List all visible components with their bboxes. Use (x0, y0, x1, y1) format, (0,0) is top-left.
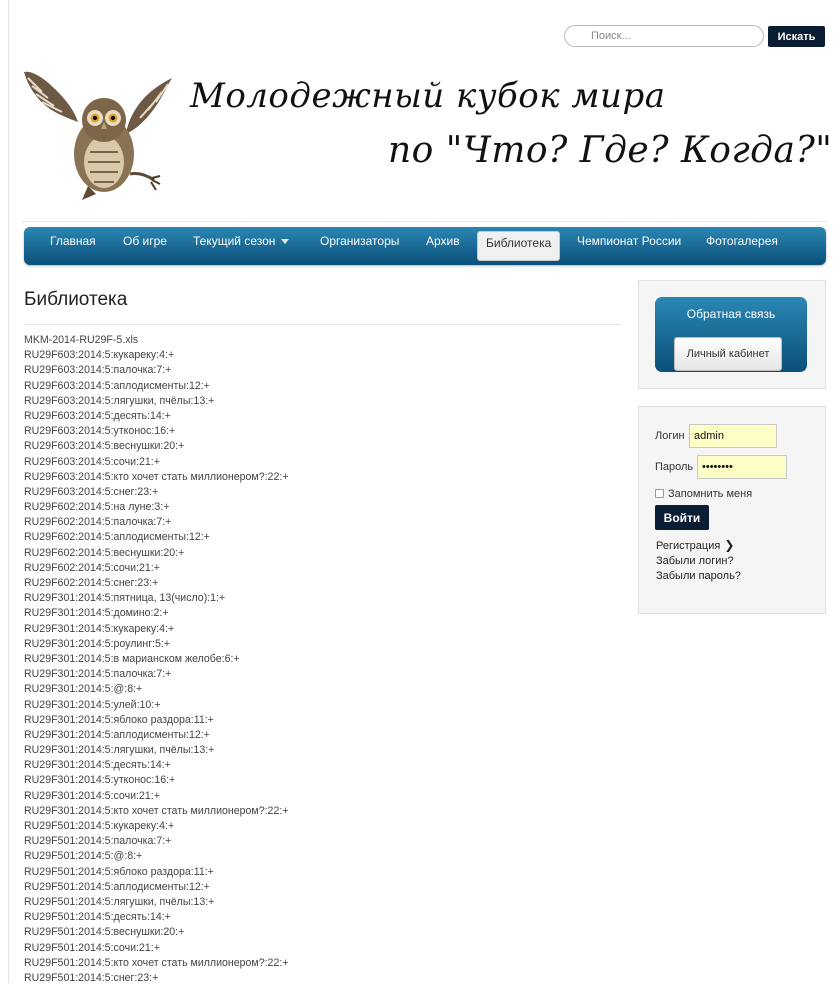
nav-item-photo-gallery[interactable]: Фотогалерея (706, 227, 778, 265)
text-line: RU29F603:2014:5:кто хочет стать миллионе… (24, 470, 289, 483)
text-line: RU29F301:2014:5:домино:2:+ (24, 607, 169, 620)
text-line: RU29F301:2014:5:@:8:+ (24, 683, 143, 696)
text-line: RU29F501:2014:5:снег:23:+ (24, 971, 159, 984)
text-line: RU29F301:2014:5:десять:14:+ (24, 759, 171, 772)
text-line: RU29F501:2014:5:палочка:7:+ (24, 835, 172, 848)
text-line: RU29F501:2014:5:веснушки:20:+ (24, 926, 185, 939)
text-line: RU29F301:2014:5:улей:10:+ (24, 698, 161, 711)
forgot-password-link[interactable]: Забыли пароль? (656, 570, 741, 582)
search-input[interactable] (564, 25, 764, 47)
text-line: RU29F602:2014:5:палочка:7:+ (24, 516, 172, 529)
text-line: RU29F301:2014:5:роулинг:5:+ (24, 637, 171, 650)
nav-item-about[interactable]: Об игре (123, 227, 167, 265)
logo-title-line1: Молодежный кубок мира (190, 76, 666, 116)
text-line: RU29F301:2014:5:лягушки, пчёлы:13:+ (24, 744, 215, 757)
chevron-down-icon (281, 239, 290, 245)
register-link[interactable]: Регистрация ❯ (656, 538, 734, 552)
text-line: RU29F501:2014:5:аплодисменты:12:+ (24, 880, 210, 893)
text-line: RU29F501:2014:5:лягушки, пчёлы:13:+ (24, 895, 215, 908)
login-input[interactable] (689, 424, 777, 448)
page-left-border (8, 0, 9, 983)
text-line: RU29F501:2014:5:кто хочет стать миллионе… (24, 956, 289, 969)
logo-title-line2: по "Что? Где? Когда?" (388, 130, 833, 171)
text-line: RU29F602:2014:5:сочи:21:+ (24, 561, 160, 574)
text-line: RU29F301:2014:5:палочка:7:+ (24, 668, 172, 681)
text-line: RU29F301:2014:5:пятница, 13(число):1:+ (24, 592, 226, 605)
password-input[interactable] (697, 455, 787, 479)
text-line: RU29F501:2014:5:@:8:+ (24, 850, 143, 863)
nav-item-library[interactable]: Библиотека (477, 231, 561, 261)
text-line: RU29F301:2014:5:утконос:16:+ (24, 774, 176, 787)
text-line: RU29F301:2014:5:в марианском желобе:6:+ (24, 652, 240, 665)
text-line: RU29F301:2014:5:сочи:21:+ (24, 789, 160, 802)
text-line: RU29F603:2014:5:палочка:7:+ (24, 364, 172, 377)
nav-item-organizers[interactable]: Организаторы (320, 227, 399, 265)
library-file-content: MKM-2014-RU29F-5.xls RU29F603:2014:5:кука… (24, 333, 288, 986)
feedback-link[interactable]: Обратная связь (655, 307, 807, 321)
text-line: RU29F301:2014:5:аплодисменты:12:+ (24, 728, 210, 741)
text-line: RU29F603:2014:5:утконос:16:+ (24, 425, 176, 438)
owl-logo-icon (24, 71, 172, 200)
main-navigation: Главная Об игре Текущий сезон Организато… (24, 227, 826, 265)
header-divider (22, 221, 827, 222)
text-line: RU29F603:2014:5:кукареку:4:+ (24, 349, 175, 362)
nav-item-home[interactable]: Главная (50, 227, 96, 265)
text-line: RU29F603:2014:5:десять:14:+ (24, 409, 171, 422)
text-line: RU29F501:2014:5:сочи:21:+ (24, 941, 160, 954)
personal-cabinet-button[interactable]: Личный кабинет (674, 337, 782, 371)
search-button[interactable]: Искать (768, 26, 825, 47)
text-line: RU29F501:2014:5:кукареку:4:+ (24, 820, 175, 832)
text-line: RU29F602:2014:5:снег:23:+ (24, 577, 159, 589)
page-title: Библиотека (24, 289, 128, 310)
nav-item-current-season[interactable]: Текущий сезон (193, 227, 290, 265)
remember-me-label: Запомнить меня (668, 488, 753, 500)
forgot-login-link[interactable]: Забыли логин? (656, 555, 734, 567)
nav-item-current-season-label: Текущий сезон (193, 234, 276, 248)
file-name[interactable]: MKM-2014-RU29F-5.xls (24, 333, 288, 348)
password-label: Пароль (655, 461, 694, 473)
feedback-box: Обратная связь Личный кабинет (655, 297, 807, 372)
text-line: RU29F603:2014:5:лягушки, пчёлы:13:+ (24, 394, 215, 407)
title-divider (24, 324, 621, 325)
text-line: RU29F301:2014:5:кто хочет стать миллионе… (24, 804, 289, 817)
text-line: RU29F603:2014:5:сочи:21:+ (24, 455, 160, 468)
text-line: RU29F603:2014:5:снег:23:+ (24, 485, 159, 498)
text-line: RU29F603:2014:5:аплодисменты:12:+ (24, 379, 210, 392)
login-label: Логин (655, 430, 685, 442)
remember-me-checkbox[interactable] (655, 489, 664, 498)
nav-item-archive[interactable]: Архив (426, 227, 460, 265)
text-line: RU29F602:2014:5:аплодисменты:12:+ (24, 531, 210, 544)
chevron-right-icon: ❯ (724, 538, 735, 552)
text-line: RU29F603:2014:5:веснушки:20:+ (24, 440, 185, 453)
register-link-label: Регистрация (656, 540, 721, 552)
text-line: RU29F301:2014:5:кукареку:4:+ (24, 622, 175, 635)
text-line: RU29F602:2014:5:веснушки:20:+ (24, 546, 185, 559)
login-submit-button[interactable]: Войти (655, 505, 709, 530)
nav-item-russia-championship[interactable]: Чемпионат России (577, 227, 681, 265)
text-line: RU29F501:2014:5:десять:14:+ (24, 911, 171, 924)
text-line: RU29F602:2014:5:на луне:3:+ (24, 501, 170, 514)
text-line: RU29F301:2014:5:яблоко раздора:11:+ (24, 713, 214, 726)
text-line: RU29F501:2014:5:яблоко раздора:11:+ (24, 865, 214, 878)
